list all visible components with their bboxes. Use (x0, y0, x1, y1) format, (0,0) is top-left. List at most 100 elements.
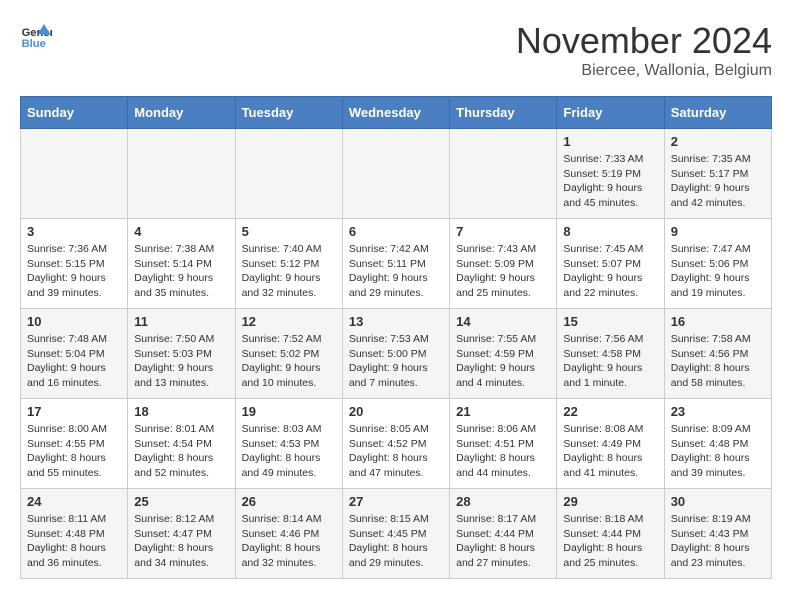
weekday-header: Tuesday (235, 97, 342, 129)
calendar-cell (128, 129, 235, 219)
day-info: Sunrise: 8:00 AMSunset: 4:55 PMDaylight:… (27, 422, 121, 481)
day-info: Sunrise: 8:17 AMSunset: 4:44 PMDaylight:… (456, 512, 550, 571)
day-info: Sunrise: 7:58 AMSunset: 4:56 PMDaylight:… (671, 332, 765, 391)
weekday-header: Sunday (21, 97, 128, 129)
day-number: 11 (134, 314, 228, 329)
day-number: 26 (242, 494, 336, 509)
calendar-cell: 30Sunrise: 8:19 AMSunset: 4:43 PMDayligh… (664, 489, 771, 579)
day-number: 12 (242, 314, 336, 329)
calendar-header-row: SundayMondayTuesdayWednesdayThursdayFrid… (21, 97, 772, 129)
day-info: Sunrise: 7:38 AMSunset: 5:14 PMDaylight:… (134, 242, 228, 301)
day-number: 13 (349, 314, 443, 329)
day-number: 28 (456, 494, 550, 509)
day-number: 6 (349, 224, 443, 239)
day-info: Sunrise: 8:18 AMSunset: 4:44 PMDaylight:… (563, 512, 657, 571)
day-info: Sunrise: 7:36 AMSunset: 5:15 PMDaylight:… (27, 242, 121, 301)
day-info: Sunrise: 7:35 AMSunset: 5:17 PMDaylight:… (671, 152, 765, 211)
calendar-cell (450, 129, 557, 219)
calendar-cell: 17 Sunrise: 8:00 AMSunset: 4:55 PMDayligh… (21, 399, 128, 489)
calendar-week-row: 10 Sunrise: 7:48 AMSunset: 5:04 PMDayligh… (21, 309, 772, 399)
day-number: 9 (671, 224, 765, 239)
day-info: Sunrise: 7:47 AMSunset: 5:06 PMDaylight:… (671, 242, 765, 301)
day-info: Sunrise: 7:55 AMSunset: 4:59 PMDaylight:… (456, 332, 550, 391)
calendar-cell (342, 129, 449, 219)
calendar-cell: 10 Sunrise: 7:48 AMSunset: 5:04 PMDayligh… (21, 309, 128, 399)
day-number: 5 (242, 224, 336, 239)
calendar-week-row: 24 Sunrise: 8:11 AMSunset: 4:48 PMDayligh… (21, 489, 772, 579)
calendar-cell: 19 Sunrise: 8:03 AMSunset: 4:53 PMDayligh… (235, 399, 342, 489)
calendar-cell: 2 Sunrise: 7:35 AMSunset: 5:17 PMDaylight… (664, 129, 771, 219)
day-number: 29 (563, 494, 657, 509)
day-number: 7 (456, 224, 550, 239)
day-number: 15 (563, 314, 657, 329)
weekday-header: Thursday (450, 97, 557, 129)
month-title: November 2024 (516, 20, 772, 62)
calendar-cell: 23 Sunrise: 8:09 AMSunset: 4:48 PMDayligh… (664, 399, 771, 489)
day-number: 24 (27, 494, 121, 509)
calendar-cell: 25 Sunrise: 8:12 AMSunset: 4:47 PMDayligh… (128, 489, 235, 579)
calendar-table: SundayMondayTuesdayWednesdayThursdayFrid… (20, 96, 772, 579)
calendar-week-row: 17 Sunrise: 8:00 AMSunset: 4:55 PMDayligh… (21, 399, 772, 489)
calendar-week-row: 3Sunrise: 7:36 AMSunset: 5:15 PMDaylight… (21, 219, 772, 309)
weekday-header: Saturday (664, 97, 771, 129)
day-info: Sunrise: 7:42 AMSunset: 5:11 PMDaylight:… (349, 242, 443, 301)
calendar-cell: 3Sunrise: 7:36 AMSunset: 5:15 PMDaylight… (21, 219, 128, 309)
calendar-cell: 26 Sunrise: 8:14 AMSunset: 4:46 PMDayligh… (235, 489, 342, 579)
day-number: 10 (27, 314, 121, 329)
calendar-cell: 7Sunrise: 7:43 AMSunset: 5:09 PMDaylight… (450, 219, 557, 309)
weekday-header: Friday (557, 97, 664, 129)
day-info: Sunrise: 8:03 AMSunset: 4:53 PMDaylight:… (242, 422, 336, 481)
calendar-cell: 13 Sunrise: 7:53 AMSunset: 5:00 PMDayligh… (342, 309, 449, 399)
logo: General Blue (20, 20, 52, 52)
calendar-cell: 20Sunrise: 8:05 AMSunset: 4:52 PMDayligh… (342, 399, 449, 489)
day-info: Sunrise: 8:19 AMSunset: 4:43 PMDaylight:… (671, 512, 765, 571)
svg-text:Blue: Blue (22, 38, 46, 50)
calendar-cell: 6 Sunrise: 7:42 AMSunset: 5:11 PMDaylight… (342, 219, 449, 309)
day-number: 17 (27, 404, 121, 419)
day-info: Sunrise: 7:56 AMSunset: 4:58 PMDaylight:… (563, 332, 657, 391)
day-number: 22 (563, 404, 657, 419)
calendar-cell: 14 Sunrise: 7:55 AMSunset: 4:59 PMDayligh… (450, 309, 557, 399)
day-number: 18 (134, 404, 228, 419)
calendar-cell: 29 Sunrise: 8:18 AMSunset: 4:44 PMDayligh… (557, 489, 664, 579)
calendar-cell: 9 Sunrise: 7:47 AMSunset: 5:06 PMDaylight… (664, 219, 771, 309)
calendar-cell (21, 129, 128, 219)
day-info: Sunrise: 7:52 AMSunset: 5:02 PMDaylight:… (242, 332, 336, 391)
calendar-cell: 24 Sunrise: 8:11 AMSunset: 4:48 PMDayligh… (21, 489, 128, 579)
day-info: Sunrise: 8:14 AMSunset: 4:46 PMDaylight:… (242, 512, 336, 571)
day-number: 8 (563, 224, 657, 239)
calendar-cell: 1 Sunrise: 7:33 AMSunset: 5:19 PMDaylight… (557, 129, 664, 219)
day-info: Sunrise: 8:12 AMSunset: 4:47 PMDaylight:… (134, 512, 228, 571)
calendar-cell: 8 Sunrise: 7:45 AMSunset: 5:07 PMDaylight… (557, 219, 664, 309)
calendar-cell: 16Sunrise: 7:58 AMSunset: 4:56 PMDayligh… (664, 309, 771, 399)
title-area: November 2024 Biercee, Wallonia, Belgium (516, 20, 772, 80)
day-info: Sunrise: 8:09 AMSunset: 4:48 PMDaylight:… (671, 422, 765, 481)
day-info: Sunrise: 7:40 AMSunset: 5:12 PMDaylight:… (242, 242, 336, 301)
calendar-cell: 4Sunrise: 7:38 AMSunset: 5:14 PMDaylight… (128, 219, 235, 309)
day-info: Sunrise: 7:33 AMSunset: 5:19 PMDaylight:… (563, 152, 657, 211)
day-number: 14 (456, 314, 550, 329)
day-info: Sunrise: 7:45 AMSunset: 5:07 PMDaylight:… (563, 242, 657, 301)
day-number: 23 (671, 404, 765, 419)
day-info: Sunrise: 8:05 AMSunset: 4:52 PMDaylight:… (349, 422, 443, 481)
calendar-cell: 5 Sunrise: 7:40 AMSunset: 5:12 PMDaylight… (235, 219, 342, 309)
day-number: 19 (242, 404, 336, 419)
day-info: Sunrise: 7:48 AMSunset: 5:04 PMDaylight:… (27, 332, 121, 391)
day-number: 27 (349, 494, 443, 509)
day-info: Sunrise: 7:53 AMSunset: 5:00 PMDaylight:… (349, 332, 443, 391)
day-info: Sunrise: 7:50 AMSunset: 5:03 PMDaylight:… (134, 332, 228, 391)
calendar-body: 1 Sunrise: 7:33 AMSunset: 5:19 PMDaylight… (21, 129, 772, 579)
day-info: Sunrise: 8:11 AMSunset: 4:48 PMDaylight:… (27, 512, 121, 571)
day-info: Sunrise: 8:08 AMSunset: 4:49 PMDaylight:… (563, 422, 657, 481)
header: General Blue November 2024 Biercee, Wall… (20, 20, 772, 80)
day-number: 2 (671, 134, 765, 149)
calendar-cell: 22 Sunrise: 8:08 AMSunset: 4:49 PMDayligh… (557, 399, 664, 489)
day-number: 25 (134, 494, 228, 509)
calendar-cell: 11 Sunrise: 7:50 AMSunset: 5:03 PMDayligh… (128, 309, 235, 399)
calendar-cell: 12 Sunrise: 7:52 AMSunset: 5:02 PMDayligh… (235, 309, 342, 399)
logo-icon: General Blue (20, 20, 52, 52)
day-info: Sunrise: 8:15 AMSunset: 4:45 PMDaylight:… (349, 512, 443, 571)
day-info: Sunrise: 8:06 AMSunset: 4:51 PMDaylight:… (456, 422, 550, 481)
day-number: 1 (563, 134, 657, 149)
calendar-week-row: 1 Sunrise: 7:33 AMSunset: 5:19 PMDaylight… (21, 129, 772, 219)
